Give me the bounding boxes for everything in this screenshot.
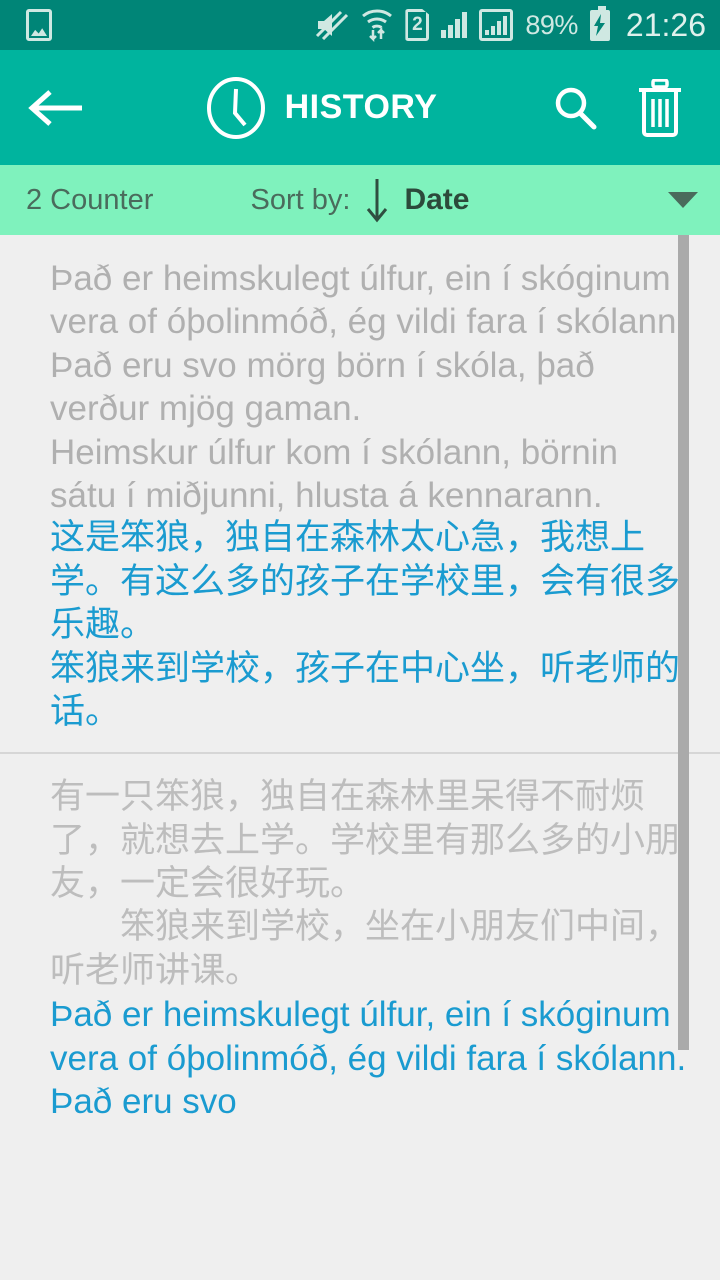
wifi-transfer-icon <box>362 9 393 42</box>
app-bar-title-group: HISTORY <box>92 76 550 139</box>
sim-2-icon: 2 <box>405 9 430 41</box>
counter-label: 2 Counter <box>26 183 154 216</box>
history-list[interactable]: Það er heimskulegt úlfur, ein í skóginum… <box>0 235 720 1280</box>
caret-down-icon[interactable] <box>668 192 698 208</box>
search-icon <box>555 87 597 129</box>
battery-percent: 89% <box>525 9 578 40</box>
mute-icon <box>316 10 349 40</box>
history-source-text: 有一只笨狼，独自在森林里呆得不耐烦了，就想去上学。学校里有那么多的小朋友，一定会… <box>50 777 681 991</box>
history-target-text: 这是笨狼，独自在森林太心急，我想上学。有这么多的孩子在学校里，会有很多乐趣。 笨… <box>50 518 681 732</box>
back-button[interactable] <box>22 88 92 128</box>
list-item[interactable]: 有一只笨狼，独自在森林里呆得不耐烦了，就想去上学。学校里有那么多的小朋友，一定会… <box>0 752 720 1141</box>
gallery-icon <box>26 9 52 41</box>
clock-time: 21:26 <box>625 6 706 43</box>
vertical-scrollbar[interactable] <box>678 235 689 1050</box>
search-button[interactable] <box>550 83 600 133</box>
sort-value[interactable]: Date <box>404 183 469 217</box>
status-bar: 2 89% 21:26 <box>0 0 720 50</box>
delete-button[interactable] <box>636 78 684 137</box>
arrow-left-icon <box>28 89 82 126</box>
history-target-text: Það er heimskulegt úlfur, ein í skóginum… <box>50 995 696 1122</box>
signal-bars-icon <box>441 12 468 38</box>
status-bar-left <box>26 9 52 41</box>
trash-icon <box>639 78 681 137</box>
status-bar-right: 2 89% 21:26 <box>315 5 706 44</box>
bolt-icon <box>593 14 605 36</box>
clock-icon <box>206 76 265 139</box>
history-source-text: Það er heimskulegt úlfur, ein í skóginum… <box>50 259 687 515</box>
signal-bars-boxed-icon <box>479 9 514 41</box>
app-bar: HISTORY <box>0 50 720 165</box>
page-title: HISTORY <box>284 88 438 126</box>
sort-bar: 2 Counter Sort by: Date <box>0 165 720 235</box>
sim-slot-number: 2 <box>412 14 423 35</box>
sort-by-label: Sort by: <box>250 183 351 216</box>
app-bar-actions <box>550 78 698 137</box>
battery-charging-icon <box>589 5 610 41</box>
list-item[interactable]: Það er heimskulegt úlfur, ein í skóginum… <box>0 235 720 752</box>
arrow-down-icon[interactable] <box>364 177 390 223</box>
